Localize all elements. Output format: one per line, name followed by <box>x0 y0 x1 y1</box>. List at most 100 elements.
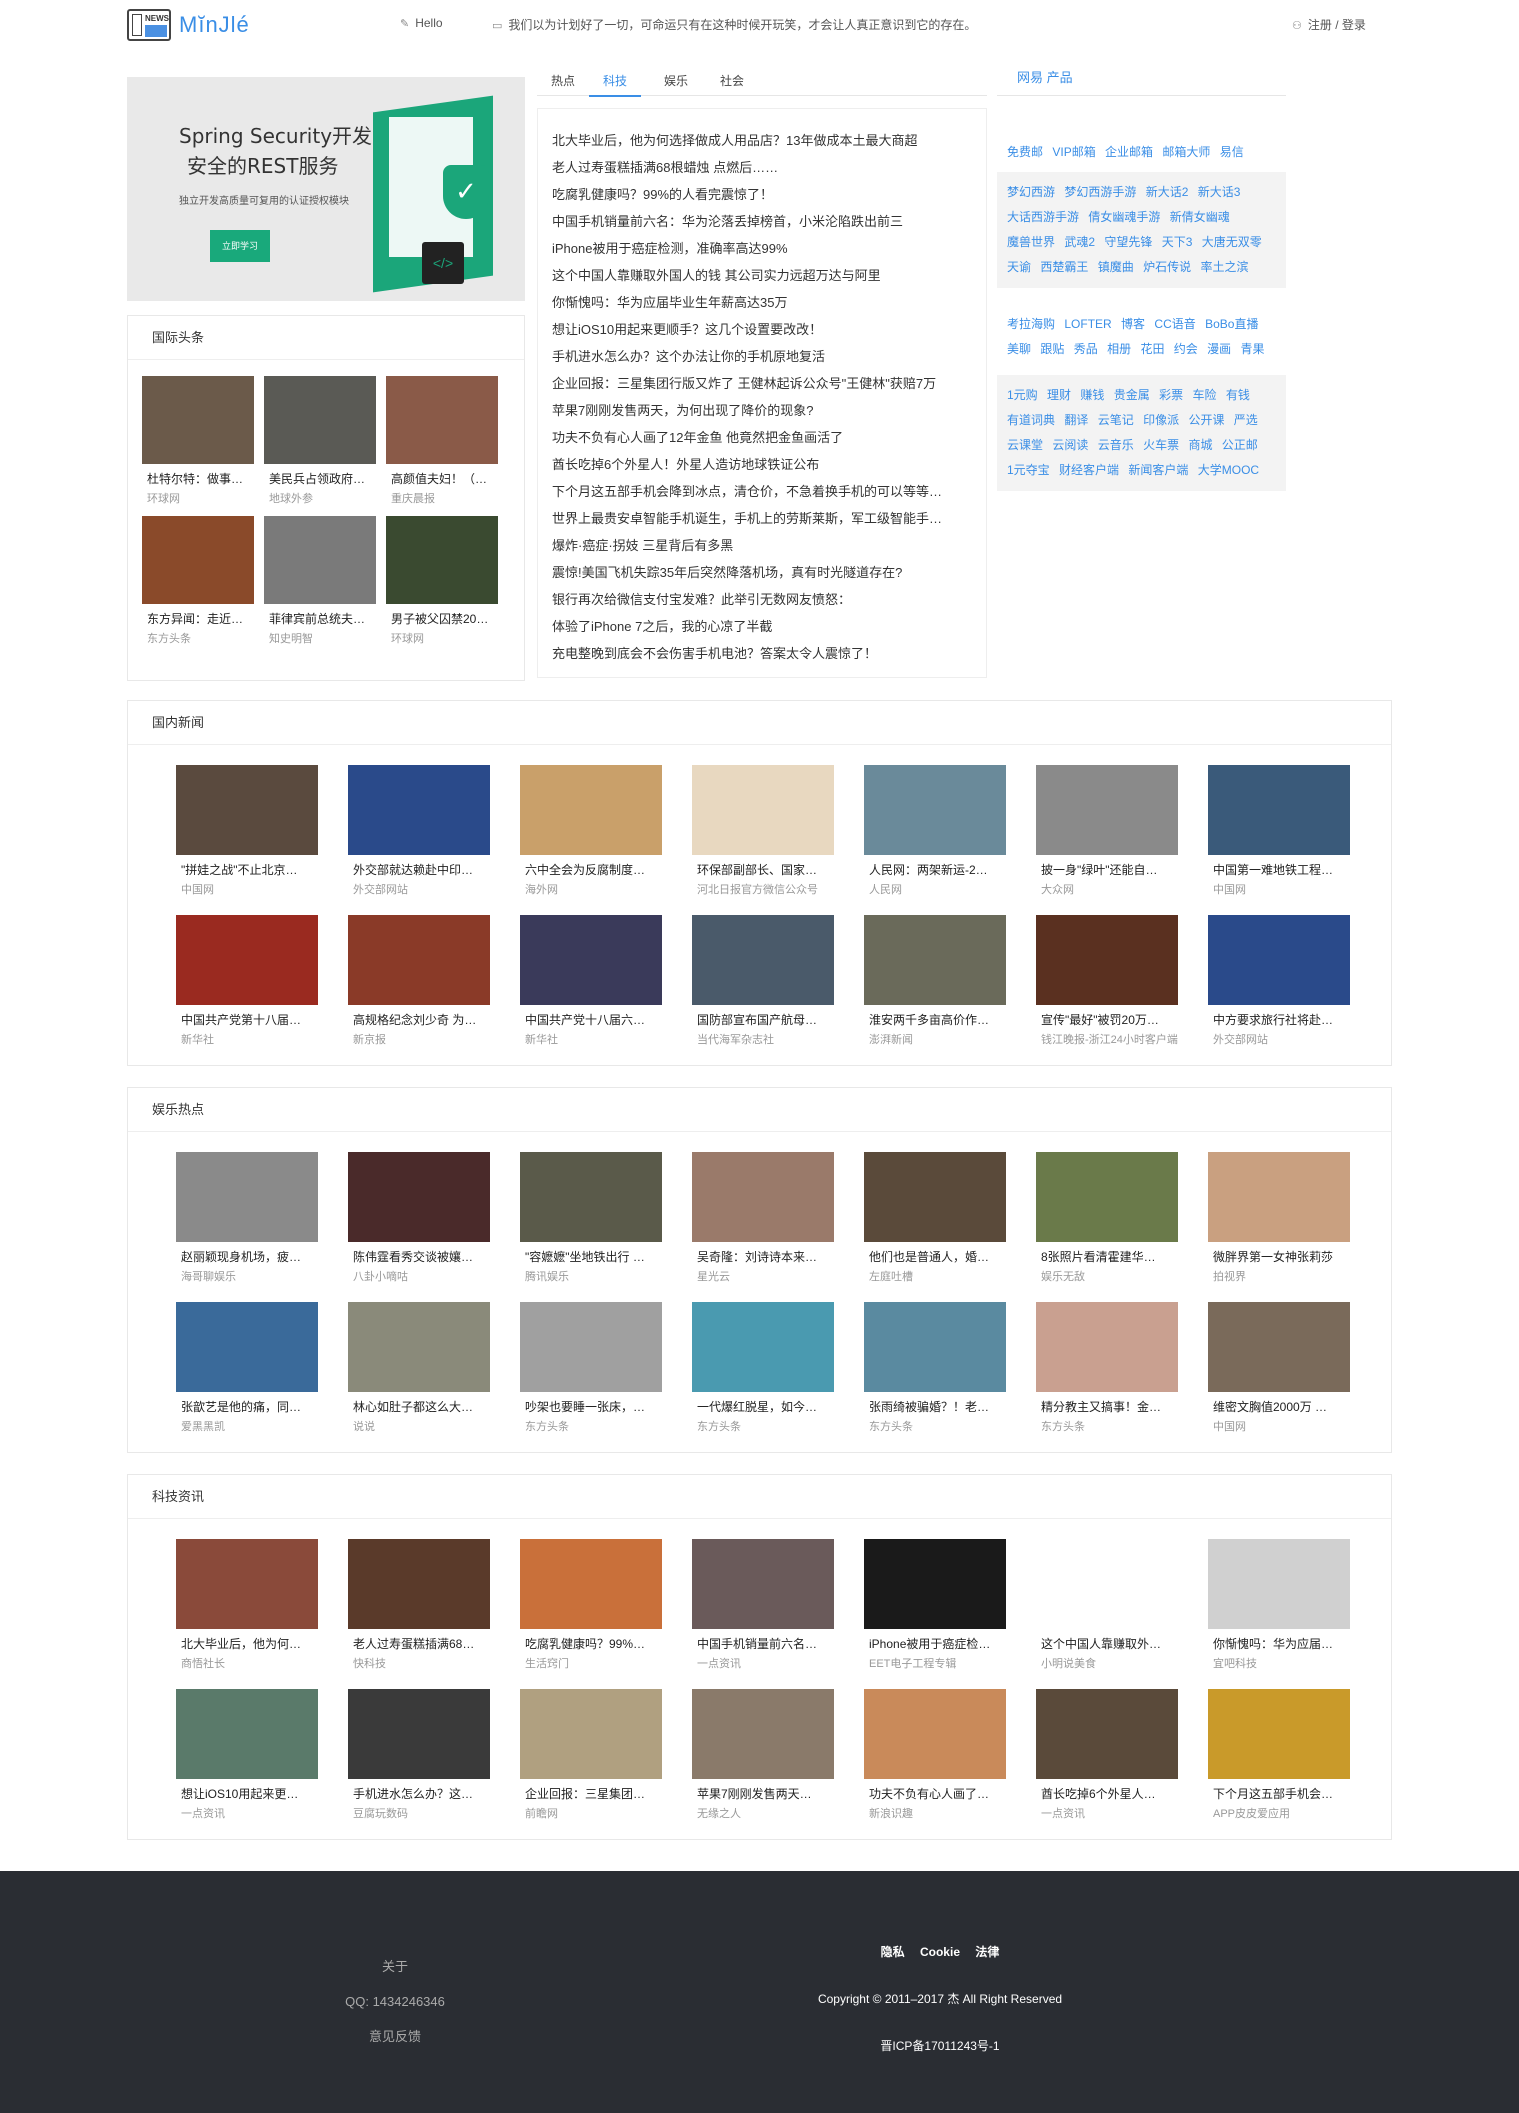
headline-item[interactable]: iPhone被用于癌症检测，准确率高达99% <box>552 235 972 262</box>
news-thumbnail[interactable] <box>692 1689 834 1779</box>
news-caption[interactable]: 中国共产党十八届六… <box>520 1011 662 1028</box>
news-tile[interactable]: 中国第一难地铁工程… 中国网 <box>1208 765 1350 897</box>
news-tile[interactable]: 美民兵占领政府… 地球外参 <box>264 376 376 506</box>
news-thumbnail[interactable] <box>264 376 376 464</box>
headline-item[interactable]: 功夫不负有心人画了12年金鱼 他竟然把金鱼画活了 <box>552 424 972 451</box>
news-thumbnail[interactable] <box>1036 1302 1178 1392</box>
product-link[interactable]: 守望先锋 <box>1104 235 1152 249</box>
news-thumbnail[interactable] <box>142 516 254 604</box>
news-caption[interactable]: 想让iOS10用起来更… <box>176 1785 318 1802</box>
news-thumbnail[interactable] <box>348 765 490 855</box>
headline-item[interactable]: 手机进水怎么办？这个办法让你的手机原地复活 <box>552 343 972 370</box>
product-link[interactable]: 考拉海购 <box>1007 317 1055 331</box>
news-caption[interactable]: 国防部宣布国产航母… <box>692 1011 834 1028</box>
product-link[interactable]: 新闻客户端 <box>1128 463 1188 477</box>
product-link[interactable]: 倩女幽魂手游 <box>1088 210 1160 224</box>
tab-hot[interactable]: 热点 <box>551 72 575 95</box>
news-caption[interactable]: 这个中国人靠赚取外… <box>1036 1635 1178 1652</box>
news-tile[interactable]: 人民网：两架新运-2… 人民网 <box>864 765 1006 897</box>
news-tile[interactable]: 中国共产党十八届六… 新华社 <box>520 915 662 1047</box>
news-tile[interactable]: 高规格纪念刘少奇 为… 新京报 <box>348 915 490 1047</box>
news-tile[interactable]: 六中全会为反腐制度… 海外网 <box>520 765 662 897</box>
promo-banner[interactable]: Spring Security开发 安全的REST服务 独立开发高质量可复用的认… <box>127 77 525 301</box>
news-caption[interactable]: 宣传"最好"被罚20万… <box>1036 1011 1178 1028</box>
news-tile[interactable]: 赵丽颖现身机场，疲… 海哥聊娱乐 <box>176 1152 318 1284</box>
news-thumbnail[interactable] <box>176 1689 318 1779</box>
news-tile[interactable]: 维密文胸值2000万 … 中国网 <box>1208 1302 1350 1434</box>
news-caption[interactable]: 吃腐乳健康吗？99%… <box>520 1635 662 1652</box>
product-link[interactable]: 翻译 <box>1064 413 1088 427</box>
headline-item[interactable]: 这个中国人靠赚取外国人的钱 其公司实力远超万达与阿里 <box>552 262 972 289</box>
news-caption[interactable]: 中国共产党第十八届… <box>176 1011 318 1028</box>
news-caption[interactable]: "拼娃之战"不止北京… <box>176 861 318 878</box>
news-tile[interactable]: 东方异闻：走近… 东方头条 <box>142 516 254 646</box>
news-tile[interactable]: 张雨绮被骗婚？！老… 东方头条 <box>864 1302 1006 1434</box>
product-link[interactable]: 免费邮 <box>1007 145 1043 159</box>
product-link[interactable]: 彩票 <box>1159 388 1183 402</box>
tab-entertainment[interactable]: 娱乐 <box>664 72 688 95</box>
news-tile[interactable]: 中国共产党第十八届… 新华社 <box>176 915 318 1047</box>
product-link[interactable]: BoBo直播 <box>1205 317 1258 331</box>
news-tile[interactable]: 这个中国人靠赚取外… 小明说美食 <box>1036 1539 1178 1671</box>
news-caption[interactable]: 8张照片看清霍建华… <box>1036 1248 1178 1265</box>
news-thumbnail[interactable] <box>348 1539 490 1629</box>
product-link[interactable]: 车险 <box>1192 388 1216 402</box>
news-thumbnail[interactable] <box>1208 1302 1350 1392</box>
product-link[interactable]: 有道词典 <box>1007 413 1055 427</box>
news-caption[interactable]: 东方异闻：走近… <box>142 610 254 627</box>
news-caption[interactable]: 陈伟霆看秀交谈被孃… <box>348 1248 490 1265</box>
headline-item[interactable]: 银行再次给微信支付宝发难？此举引无数网友愤怒： <box>552 586 972 613</box>
product-link[interactable]: 武魂2 <box>1064 235 1095 249</box>
headline-item[interactable]: 震惊!美国飞机失踪35年后突然降落机场，真有时光隧道存在? <box>552 559 972 586</box>
product-link[interactable]: 有钱 <box>1226 388 1250 402</box>
news-caption[interactable]: 吴奇隆：刘诗诗本来… <box>692 1248 834 1265</box>
news-tile[interactable]: 高颜值夫妇！（… 重庆晨报 <box>386 376 498 506</box>
news-thumbnail[interactable] <box>264 516 376 604</box>
product-link[interactable]: 云笔记 <box>1098 413 1134 427</box>
product-link[interactable]: 跟贴 <box>1040 342 1064 356</box>
product-link[interactable]: 漫画 <box>1207 342 1231 356</box>
headline-item[interactable]: 下个月这五部手机会降到冰点，清仓价，不急着换手机的可以等等… <box>552 478 972 505</box>
news-tile[interactable]: 酋长吃掉6个外星人… 一点资讯 <box>1036 1689 1178 1821</box>
product-link[interactable]: 新大话2 <box>1146 185 1189 199</box>
news-thumbnail[interactable] <box>692 1302 834 1392</box>
news-thumbnail[interactable] <box>520 1539 662 1629</box>
news-tile[interactable]: 吃腐乳健康吗？99%… 生活窍门 <box>520 1539 662 1671</box>
product-link[interactable]: 美聊 <box>1007 342 1031 356</box>
news-caption[interactable]: 下个月这五部手机会… <box>1208 1785 1350 1802</box>
news-tile[interactable]: 外交部就达赖赴中印… 外交部网站 <box>348 765 490 897</box>
product-link[interactable]: 大话西游手游 <box>1007 210 1079 224</box>
product-link[interactable]: 西楚霸王 <box>1040 260 1088 274</box>
news-tile[interactable]: 环保部副部长、国家… 河北日报官方微信公众号 <box>692 765 834 897</box>
news-thumbnail[interactable] <box>176 1152 318 1242</box>
product-link[interactable]: 天下3 <box>1162 235 1193 249</box>
news-caption[interactable]: iPhone被用于癌症检… <box>864 1635 1006 1652</box>
news-tile[interactable]: 菲律宾前总统夫… 知史明智 <box>264 516 376 646</box>
product-link[interactable]: 严选 <box>1234 413 1258 427</box>
product-link[interactable]: 新大话3 <box>1198 185 1241 199</box>
news-tile[interactable]: 吵架也要睡一张床，… 东方头条 <box>520 1302 662 1434</box>
news-thumbnail[interactable] <box>348 1152 490 1242</box>
news-thumbnail[interactable] <box>692 1152 834 1242</box>
feedback-link[interactable]: 意见反馈 <box>330 2019 460 2054</box>
news-tile[interactable]: "拼娃之战"不止北京… 中国网 <box>176 765 318 897</box>
product-link[interactable]: 约会 <box>1174 342 1198 356</box>
news-caption[interactable]: 他们也是普通人，婚… <box>864 1248 1006 1265</box>
news-thumbnail[interactable] <box>1036 1539 1178 1629</box>
headline-item[interactable]: 企业回报：三星集团行版又炸了 王健林起诉公众号"王健林"获赔7万 <box>552 370 972 397</box>
product-link[interactable]: 魔兽世界 <box>1007 235 1055 249</box>
news-caption[interactable]: 张歆艺是他的痛，同… <box>176 1398 318 1415</box>
news-caption[interactable]: 一代爆红脱星，如今… <box>692 1398 834 1415</box>
news-thumbnail[interactable] <box>520 765 662 855</box>
news-thumbnail[interactable] <box>520 915 662 1005</box>
headline-item[interactable]: 你惭愧吗：华为应届毕业生年薪高达35万 <box>552 289 972 316</box>
news-tile[interactable]: 中国手机销量前六名… 一点资讯 <box>692 1539 834 1671</box>
news-tile[interactable]: 你惭愧吗：华为应届… 宜吧科技 <box>1208 1539 1350 1671</box>
news-caption[interactable]: 张雨绮被骗婚？！老… <box>864 1398 1006 1415</box>
product-link[interactable]: 云音乐 <box>1098 438 1134 452</box>
news-caption[interactable]: 美民兵占领政府… <box>264 470 376 487</box>
news-tile[interactable]: 想让iOS10用起来更… 一点资讯 <box>176 1689 318 1821</box>
news-caption[interactable]: 菲律宾前总统夫… <box>264 610 376 627</box>
headline-item[interactable]: 充电整晚到底会不会伤害手机电池？答案太令人震惊了！ <box>552 640 972 667</box>
news-caption[interactable]: 北大毕业后，他为何… <box>176 1635 318 1652</box>
